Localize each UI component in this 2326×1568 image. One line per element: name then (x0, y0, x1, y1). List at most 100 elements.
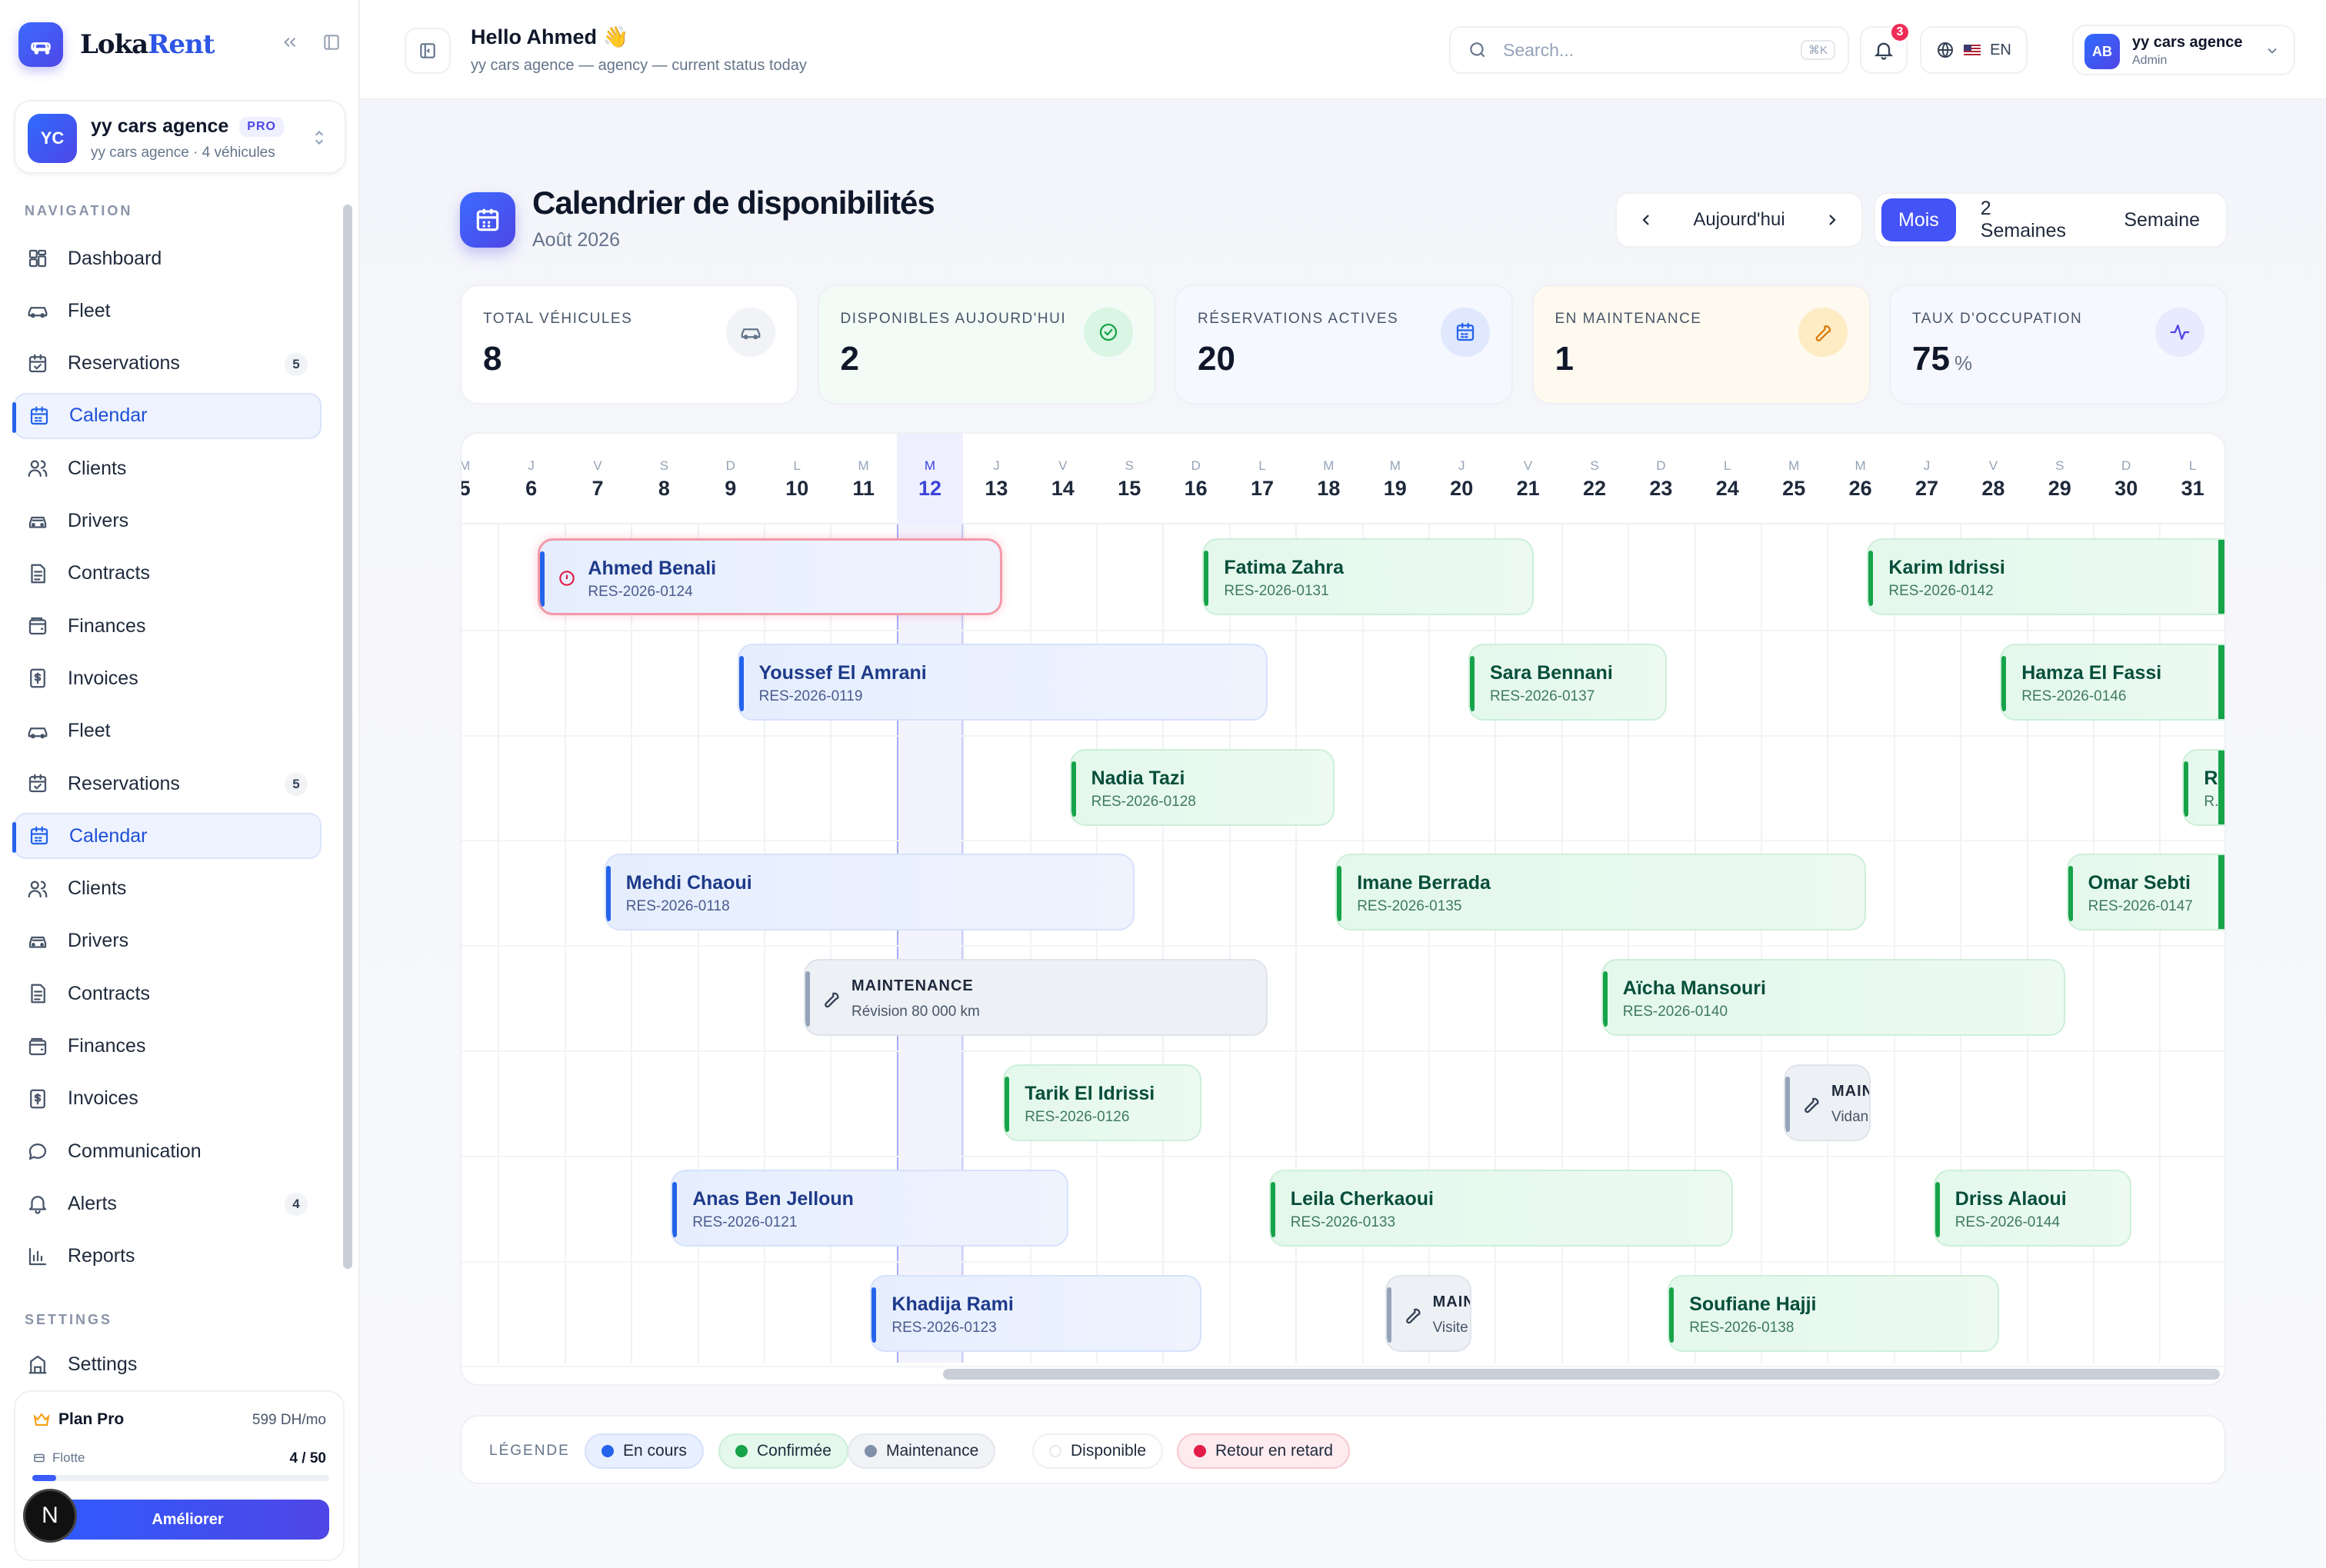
day-column-8[interactable]: S8 (631, 434, 697, 524)
day-column-30[interactable]: D 30 (2093, 434, 2159, 524)
panel-icon[interactable] (322, 32, 342, 52)
booking-ref: RES-2026-0147 (2088, 898, 2193, 915)
maintenance-block[interactable]: MAIN... Vidang... (1784, 1064, 1871, 1141)
booking-ref: RES-2026-0133 (1290, 1213, 1396, 1230)
day-column-23[interactable]: D 23 (1628, 434, 1694, 524)
sidebar-item-dashboard[interactable]: Dashboard (14, 235, 322, 281)
brand[interactable]: LokaRent (18, 20, 342, 69)
day-column-29[interactable]: S 29 (2027, 434, 2093, 524)
org-switcher[interactable]: YC yy cars agence PRO yy cars agence · 4 … (14, 100, 346, 174)
day-column-25[interactable]: M 25 (1761, 434, 1827, 524)
reservation-block[interactable]: Anas Ben Jelloun RES-2026-0121 (671, 1169, 1068, 1247)
reservation-block[interactable]: Fatima Zahra RES-2026-0131 (1202, 538, 1534, 615)
view-month[interactable]: Mois (1881, 198, 1956, 241)
day-column-17[interactable]: L 17 (1229, 434, 1295, 524)
sidebar-item-drivers[interactable]: Drivers (14, 498, 322, 544)
day-column-31[interactable]: L 31 (2159, 434, 2224, 524)
booking-name: Anas Ben Jelloun (692, 1187, 854, 1210)
reservation-block[interactable]: Nadia Tazi RES-2026-0128 (1069, 748, 1335, 826)
day-column-6[interactable]: J6 (498, 434, 564, 524)
sidebar-item-label: Clients (68, 457, 127, 479)
day-column-15[interactable]: S 15 (1096, 434, 1162, 524)
status-stripe (540, 551, 545, 607)
page-title: Calendrier de disponibilités (532, 185, 935, 221)
sidebar-item-reservations[interactable]: Reservations 5 (14, 341, 322, 387)
day-column-18[interactable]: M 18 (1295, 434, 1361, 524)
day-column-19[interactable]: M 19 (1362, 434, 1428, 524)
day-column-16[interactable]: D 16 (1162, 434, 1228, 524)
reservation-block[interactable]: R... R... (2182, 748, 2224, 826)
next-badge[interactable]: N (23, 1489, 77, 1543)
sidebar-item-invoices[interactable]: Invoices (14, 1076, 322, 1122)
day-column-27[interactable]: J 27 (1894, 434, 1960, 524)
sidebar-item-reservations[interactable]: Reservations 5 (14, 761, 322, 807)
reservation-block[interactable]: Karim Idrissi RES-2026-0142 (1867, 538, 2224, 615)
sidebar-item-finances[interactable]: Finances (14, 1024, 322, 1070)
reservation-block[interactable]: Youssef El Amrani RES-2026-0119 (737, 643, 1268, 721)
booking-name: Mehdi Chaoui (625, 872, 752, 894)
legend-dot (601, 1445, 614, 1457)
chevron-left-icon[interactable] (1637, 211, 1655, 229)
reservation-block[interactable]: Omar Sebti RES-2026-0147 (2066, 854, 2224, 931)
maintenance-block[interactable]: MAIN... Visite t... (1385, 1274, 1472, 1352)
day-column-22[interactable]: S 22 (1561, 434, 1628, 524)
sidebar-item-fleet[interactable]: Fleet (14, 288, 322, 334)
day-column-9[interactable]: D9 (698, 434, 764, 524)
notifications-button[interactable]: 3 (1860, 22, 1911, 74)
user-menu[interactable]: AB yy cars agence Admin (2072, 25, 2295, 75)
sidebar-item-reports[interactable]: Reports (14, 1233, 322, 1280)
search-input[interactable]: Search... ⌘K (1449, 26, 1849, 74)
sidebar-item-finances[interactable]: Finances (14, 603, 322, 649)
reservation-block[interactable]: Aïcha Mansouri RES-2026-0140 (1601, 959, 2065, 1037)
view-two-weeks[interactable]: 2 Semaines (1961, 198, 2100, 241)
sidebar-item-communication[interactable]: Communication (14, 1128, 322, 1174)
day-column-7[interactable]: V7 (565, 434, 631, 524)
sidebar-item-settings[interactable]: Settings (14, 1341, 322, 1387)
sidebar-item-invoices[interactable]: Invoices (14, 655, 322, 701)
sidebar-item-calendar[interactable]: Calendar (12, 813, 322, 860)
today-button[interactable]: Aujourd'hui (1693, 209, 1784, 231)
upgrade-button[interactable]: Améliorer (46, 1500, 329, 1540)
chevron-right-icon[interactable] (1823, 211, 1841, 229)
reservation-block[interactable]: Hamza El Fassi RES-2026-0146 (2000, 643, 2224, 721)
reservation-block[interactable]: Driss Alaoui RES-2026-0144 (1933, 1169, 2132, 1247)
sidebar-toggle-button[interactable] (405, 28, 451, 74)
day-column-24[interactable]: L 24 (1695, 434, 1761, 524)
reservation-block[interactable]: Tarik El Idrissi RES-2026-0126 (1003, 1064, 1201, 1141)
reservation-block[interactable]: Ahmed Benali RES-2026-0124 (538, 538, 1002, 615)
day-column-13[interactable]: J 13 (963, 434, 1029, 524)
day-number: 26 (1848, 477, 1872, 500)
sidebar-item-clients[interactable]: Clients (14, 866, 322, 912)
day-column-28[interactable]: V 28 (1960, 434, 2026, 524)
day-column-10[interactable]: L 10 (764, 434, 830, 524)
reservation-block[interactable]: Khadija Rami RES-2026-0123 (870, 1274, 1201, 1352)
sidebar-item-calendar[interactable]: Calendar (12, 392, 322, 439)
sidebar-item-contracts[interactable]: Contracts (14, 551, 322, 597)
reservation-block[interactable]: Soufiane Hajji RES-2026-0138 (1668, 1274, 1999, 1352)
sidebar-item-alerts[interactable]: Alerts 4 (14, 1180, 322, 1227)
day-column-20[interactable]: J 20 (1428, 434, 1495, 524)
day-column-14[interactable]: V 14 (1030, 434, 1096, 524)
greeting: Hello Ahmed 👋 (471, 25, 629, 48)
day-column-11[interactable]: M 11 (830, 434, 896, 524)
sidebar-item-fleet[interactable]: Fleet (14, 708, 322, 754)
sidebar-scrollbar[interactable] (343, 205, 352, 1269)
maintenance-block[interactable]: MAINTENANCE Révision 80 000 km (804, 959, 1268, 1037)
view-week[interactable]: Semaine (2104, 198, 2220, 241)
sidebar-item-drivers[interactable]: Drivers (14, 918, 322, 964)
reservation-block[interactable]: Mehdi Chaoui RES-2026-0118 (604, 854, 1135, 931)
reservation-block[interactable]: Imane Berrada RES-2026-0135 (1335, 854, 1866, 931)
reservation-block[interactable]: Sara Bennani RES-2026-0137 (1468, 643, 1667, 721)
day-column-12[interactable]: M 12 (896, 434, 964, 524)
reservation-block[interactable]: Leila Cherkaoui RES-2026-0133 (1268, 1169, 1733, 1247)
language-selector[interactable]: EN (1920, 26, 2028, 74)
calendar-scrollbar[interactable] (943, 1369, 2220, 1380)
wrench-icon (1801, 1094, 1822, 1115)
stat-label: TOTAL VÉHICULES (483, 311, 633, 327)
day-column-26[interactable]: M 26 (1827, 434, 1893, 524)
day-column-5[interactable]: M5 (462, 434, 498, 524)
day-column-21[interactable]: V 21 (1495, 434, 1561, 524)
sidebar-item-clients[interactable]: Clients (14, 445, 322, 491)
sidebar-item-contracts[interactable]: Contracts (14, 970, 322, 1017)
collapse-icon[interactable] (280, 32, 300, 52)
